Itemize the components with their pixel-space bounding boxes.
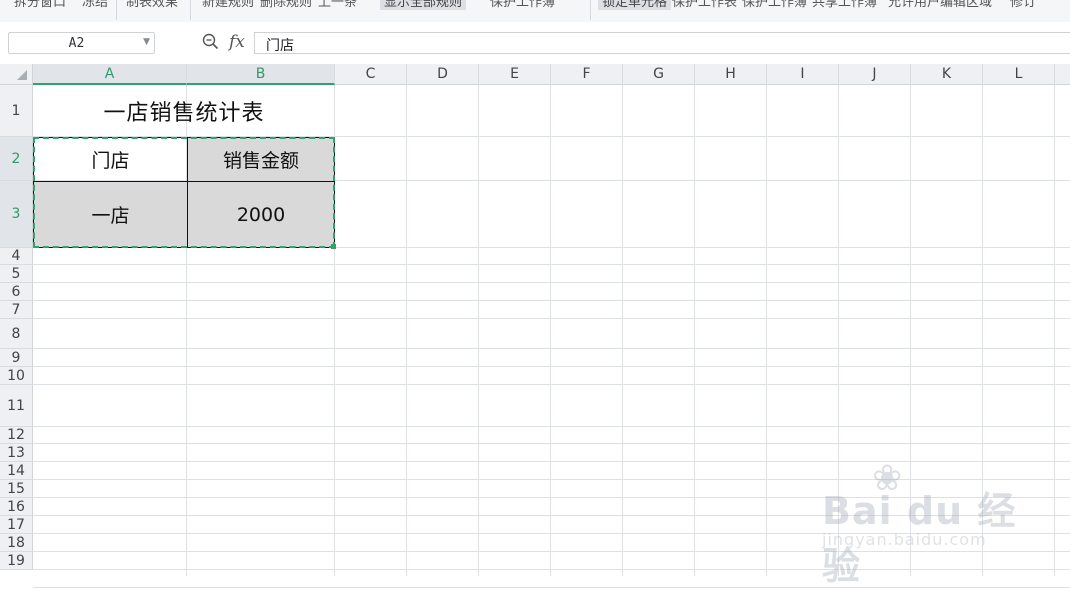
- row-header-14[interactable]: 14: [0, 462, 33, 480]
- row-header-3[interactable]: 3: [0, 181, 33, 248]
- ribbon-delete-rule[interactable]: 删除规则: [260, 0, 312, 10]
- cell-a1-title[interactable]: 一店销售统计表: [33, 85, 335, 137]
- row-gridline: [33, 264, 1070, 265]
- column-header-g[interactable]: G: [623, 64, 695, 85]
- column-gridline: [766, 85, 767, 576]
- ribbon-share-workbook[interactable]: 共享工作簿: [812, 0, 877, 10]
- column-header-e[interactable]: E: [479, 64, 551, 85]
- insert-function-button[interactable]: fx: [229, 32, 245, 52]
- cell-b2[interactable]: 销售金额: [187, 137, 335, 182]
- zoom-icon[interactable]: [202, 33, 219, 54]
- row-gridline: [33, 443, 1070, 444]
- row-header-8[interactable]: 8: [0, 319, 33, 349]
- row-header-16[interactable]: 16: [0, 498, 33, 516]
- row-header-11[interactable]: 11: [0, 385, 33, 427]
- cell-b3[interactable]: 2000: [187, 181, 335, 248]
- row-header-15[interactable]: 15: [0, 480, 33, 498]
- row-header-6[interactable]: 6: [0, 283, 33, 301]
- ribbon-track-changes[interactable]: 修订: [1010, 0, 1036, 10]
- column-gridline: [478, 85, 479, 576]
- column-header-i[interactable]: I: [767, 64, 839, 85]
- column-header-j[interactable]: J: [839, 64, 911, 85]
- name-box[interactable]: A2 ▼: [8, 32, 155, 54]
- row-header-2[interactable]: 2: [0, 137, 33, 181]
- ribbon-lock-cell[interactable]: 锁定单元格: [598, 0, 672, 10]
- row-gridline: [33, 318, 1070, 319]
- row-header-13[interactable]: 13: [0, 444, 33, 462]
- formula-bar: A2 ▼ fx 门店: [0, 22, 1070, 64]
- row-header-12[interactable]: 12: [0, 427, 33, 444]
- ribbon-prev[interactable]: 上一条: [318, 0, 357, 10]
- column-header-h[interactable]: H: [695, 64, 767, 85]
- fill-handle[interactable]: [331, 244, 336, 249]
- row-header-9[interactable]: 9: [0, 349, 33, 367]
- row-header-19[interactable]: 19: [0, 552, 33, 570]
- baidu-watermark: ❀ Bai du 经验 jingyan.baidu.com: [822, 458, 1052, 588]
- column-header-k[interactable]: K: [911, 64, 983, 85]
- watermark-url: jingyan.baidu.com: [822, 530, 987, 549]
- column-header-a[interactable]: A: [33, 64, 187, 85]
- row-gridline: [33, 282, 1070, 283]
- ribbon-toolbar: 拆分窗口 冻结 制表效果 新建规则 删除规则 上一条 显示全部规则 保护工作簿 …: [0, 0, 1070, 23]
- row-gridline: [33, 426, 1070, 427]
- name-box-value: A2: [68, 36, 85, 51]
- ribbon-show-all-rules[interactable]: 显示全部规则: [380, 0, 467, 10]
- select-all-corner[interactable]: [0, 64, 33, 85]
- column-header-partial[interactable]: [1055, 64, 1070, 85]
- row-header-10[interactable]: 10: [0, 367, 33, 385]
- row-header-17[interactable]: 17: [0, 516, 33, 534]
- column-gridline: [406, 85, 407, 576]
- ribbon-new-rule[interactable]: 新建规则: [202, 0, 254, 10]
- row-gridline: [33, 348, 1070, 349]
- row-header-18[interactable]: 18: [0, 534, 33, 552]
- column-gridline: [1054, 85, 1055, 576]
- row-gridline: [33, 366, 1070, 367]
- ribbon-protect-workbook-a[interactable]: 保护工作簿: [490, 0, 555, 10]
- column-header-c[interactable]: C: [335, 64, 407, 85]
- column-header-l[interactable]: L: [983, 64, 1055, 85]
- ribbon-protect-sheet[interactable]: 保护工作表: [672, 0, 737, 10]
- ribbon-split-window[interactable]: 拆分窗口: [14, 0, 66, 10]
- cell-a3[interactable]: 一店: [33, 181, 188, 248]
- ribbon-table-style[interactable]: 制表效果: [126, 0, 178, 10]
- row-header-4[interactable]: 4: [0, 248, 33, 265]
- chevron-down-icon[interactable]: ▼: [143, 37, 150, 47]
- ribbon-separator: [590, 0, 591, 20]
- cell-a2[interactable]: 门店: [33, 137, 188, 182]
- column-gridline: [694, 85, 695, 576]
- column-gridline: [550, 85, 551, 576]
- column-header-f[interactable]: F: [551, 64, 623, 85]
- formula-input-value: 门店: [266, 38, 294, 54]
- column-header-d[interactable]: D: [407, 64, 479, 85]
- ribbon-freeze[interactable]: 冻结: [82, 0, 108, 10]
- row-gridline: [33, 300, 1070, 301]
- column-header-b[interactable]: B: [187, 64, 335, 85]
- row-header-7[interactable]: 7: [0, 301, 33, 319]
- row-header-5[interactable]: 5: [0, 265, 33, 283]
- ribbon-allow-edit-range[interactable]: 允许用户编辑区域: [888, 0, 992, 10]
- ribbon-protect-workbook[interactable]: 保护工作簿: [742, 0, 807, 10]
- ribbon-separator: [116, 0, 117, 20]
- row-gridline: [33, 384, 1070, 385]
- column-gridline: [622, 85, 623, 576]
- formula-input[interactable]: 门店: [254, 32, 1070, 54]
- row-header-1[interactable]: 1: [0, 85, 33, 137]
- ribbon-separator: [190, 0, 191, 20]
